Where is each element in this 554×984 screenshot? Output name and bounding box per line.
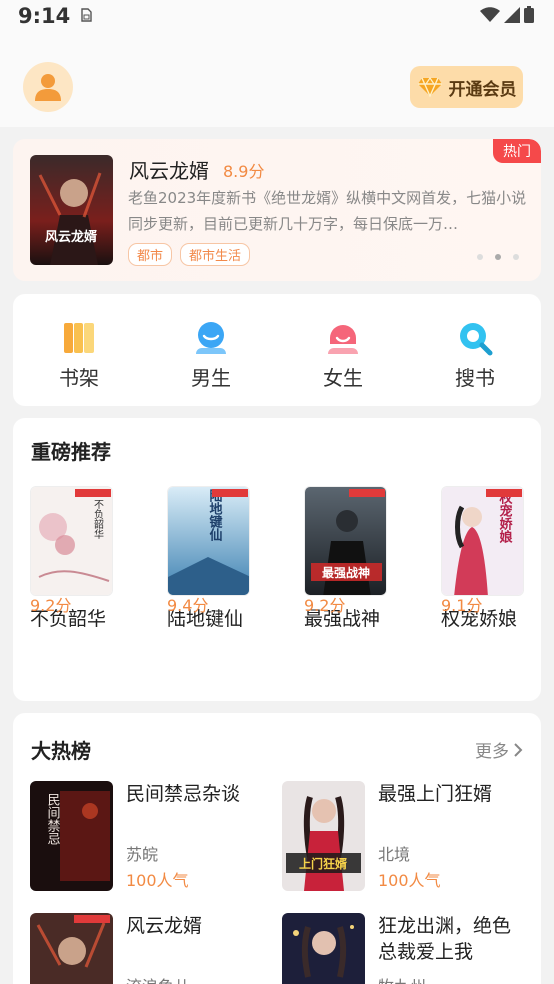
- user-icon: [35, 73, 61, 101]
- book-cover[interactable]: [282, 913, 365, 984]
- bookshelf-icon: [61, 320, 97, 356]
- book-popularity: 100人气: [126, 871, 189, 890]
- book-score: 9.2分: [30, 596, 72, 615]
- ranking-book[interactable]: 民间禁忌 民间禁忌杂谈 苏皖 100人气: [30, 781, 280, 893]
- nav-item-bookshelf[interactable]: 书架: [13, 294, 145, 406]
- book-title: 民间禁忌杂谈: [126, 783, 241, 805]
- book-cover[interactable]: 最强战神: [304, 486, 387, 596]
- status-bar: 9:14: [0, 0, 554, 34]
- ranking-section: 大热榜 更多 民间禁忌 民间禁忌杂谈 苏皖 100人气 上门狂婿 最强上门狂婿 …: [13, 713, 541, 984]
- nav-label-search: 搜书: [455, 366, 495, 390]
- tag[interactable]: 都市: [128, 243, 173, 266]
- ranking-book[interactable]: 狂龙出渊，绝色总裁爱上我 牧九州: [282, 913, 532, 984]
- hot-badge: 热门: [493, 139, 541, 163]
- book-cover-text: 最强战神: [322, 565, 370, 580]
- status-time: 9:14: [18, 4, 71, 28]
- banner-book-cover[interactable]: 风云龙婿: [30, 155, 113, 265]
- book-author: 北境: [378, 845, 411, 864]
- banner-book-description: 老鱼2023年度新书《绝世龙婿》纵横中文网首发，七猫小说同步更新，目前已更新几十…: [128, 189, 527, 233]
- chevron-right-icon: [513, 742, 523, 758]
- banner-book-title: 风云龙婿: [129, 159, 209, 183]
- book-author: 流浪鱼儿: [126, 973, 190, 984]
- book-title: 狂龙出渊，绝色总裁爱上我: [378, 915, 512, 963]
- carousel-dot[interactable]: [477, 254, 483, 260]
- battery-icon: [524, 6, 534, 23]
- banner-cover-text: 风云龙婿: [45, 229, 98, 245]
- book-cover-text: 上门狂婿: [299, 856, 347, 871]
- book-cover[interactable]: 上门狂婿: [282, 781, 365, 891]
- nav-label-male: 男生: [191, 366, 231, 390]
- recommend-section: 重磅推荐 不负韶华 不负韶华 9.2分 陆地键仙 陆地键仙 9.4分 最强战神 …: [13, 418, 541, 701]
- more-link[interactable]: 更多: [475, 737, 523, 762]
- nav-item-search[interactable]: 搜书: [409, 294, 541, 406]
- book-author: 苏皖: [126, 845, 159, 864]
- vip-button[interactable]: 开通会员: [410, 66, 523, 108]
- female-icon: [325, 320, 361, 356]
- book-cover[interactable]: [30, 913, 113, 984]
- book-cover[interactable]: 权宠娇娘: [441, 486, 524, 596]
- book-score: 9.2分: [304, 596, 346, 615]
- nav-label-bookshelf: 书架: [59, 366, 99, 390]
- search-book-icon: [457, 320, 493, 356]
- book-title: 最强上门狂婿: [378, 783, 493, 805]
- book-title: 风云龙婿: [126, 915, 203, 937]
- book-cover-text: 权宠娇娘: [497, 490, 514, 544]
- section-title-recommend: 重磅推荐: [31, 440, 111, 464]
- book-popularity: 100人气: [378, 871, 441, 890]
- carousel-dot[interactable]: [513, 254, 519, 260]
- book-cover-text: 民间禁忌: [45, 793, 61, 845]
- wifi-icon: [480, 6, 500, 23]
- signal-icon: [504, 6, 520, 23]
- category-nav: 书架 男生 女生 搜书: [13, 294, 541, 406]
- carousel-dots: [477, 254, 519, 260]
- book-cover[interactable]: 不负韶华: [30, 486, 113, 596]
- nav-item-female[interactable]: 女生: [277, 294, 409, 406]
- book-author: 牧九州: [378, 973, 426, 984]
- avatar[interactable]: [23, 62, 73, 112]
- tag[interactable]: 都市生活: [180, 243, 251, 266]
- nav-item-male[interactable]: 男生: [145, 294, 277, 406]
- banner-book-score: 8.9分: [223, 162, 265, 181]
- book-cover[interactable]: 陆地键仙: [167, 486, 250, 596]
- featured-banner[interactable]: 热门 风云龙婿 风云龙婿 8.9分 老鱼2023年度新书《绝世龙婿》纵横中文网首…: [13, 139, 541, 281]
- male-icon: [193, 320, 229, 356]
- sim-card-icon: [80, 8, 92, 22]
- section-title-ranking: 大热榜: [31, 739, 91, 763]
- book-cover-text: 不负韶华: [92, 499, 104, 540]
- book-score: 9.4分: [167, 596, 209, 615]
- book-score: 9.1分: [441, 596, 483, 615]
- carousel-dot-active[interactable]: [495, 254, 501, 260]
- more-label: 更多: [475, 742, 509, 762]
- ranking-book[interactable]: 风云龙婿 流浪鱼儿: [30, 913, 280, 984]
- diamond-icon: [417, 77, 443, 97]
- vip-label: 开通会员: [448, 79, 517, 100]
- nav-label-female: 女生: [323, 366, 363, 390]
- ranking-book[interactable]: 上门狂婿 最强上门狂婿 北境 100人气: [282, 781, 532, 893]
- top-area: 9:14 开通会员: [0, 0, 554, 127]
- book-cover[interactable]: 民间禁忌: [30, 781, 113, 891]
- banner-tags: 都市 都市生活: [128, 243, 251, 266]
